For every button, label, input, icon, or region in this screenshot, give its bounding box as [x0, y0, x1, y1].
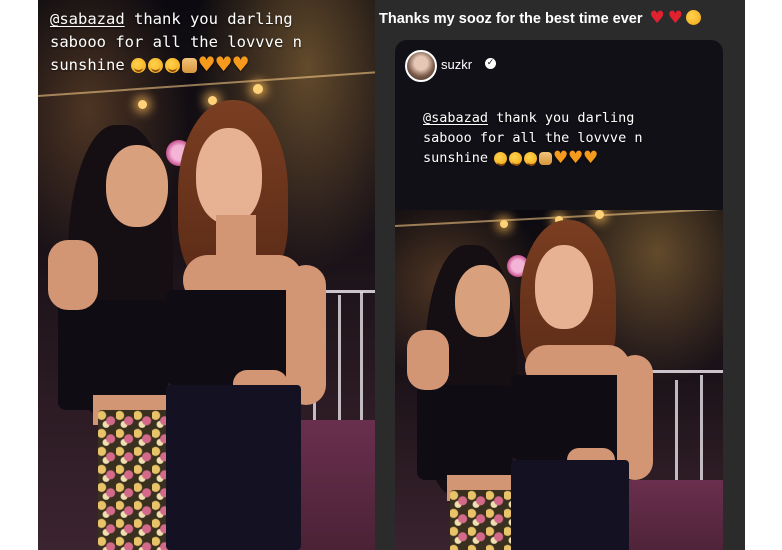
- post-caption: Thanks my sooz for the best time ever ♥ ♥: [379, 8, 702, 28]
- smiling-face-with-hearts-icon: [686, 10, 702, 25]
- avatar[interactable]: [405, 50, 437, 82]
- orange-heart-icon: [583, 148, 598, 168]
- smiling-face-with-hearts-icon: [494, 151, 508, 166]
- left-story-screenshot: @sabazad thank you darling sabooo for all…: [38, 0, 375, 550]
- story-caption: @sabazad thank you darling sabooo for all…: [50, 8, 302, 77]
- smiling-face-with-hearts-icon: [524, 151, 538, 166]
- smiling-face-with-hearts-icon: [509, 151, 523, 166]
- orange-heart-icon: [232, 53, 250, 76]
- orange-heart-icon: [568, 148, 583, 168]
- verified-badge-icon: ✓: [485, 58, 496, 69]
- raising-hands-icon: [539, 151, 553, 165]
- story-photo: [38, 0, 375, 550]
- mention-link[interactable]: @sabazad: [50, 10, 125, 28]
- emoji-row: [130, 53, 250, 76]
- red-heart-icon: ♥: [667, 8, 684, 28]
- raising-hands-icon: [181, 58, 197, 73]
- smiling-face-with-hearts-icon: [147, 58, 163, 73]
- smiling-face-with-hearts-icon: [130, 58, 146, 73]
- orange-heart-icon: [553, 148, 568, 168]
- emoji-row: [494, 148, 598, 168]
- orange-heart-icon: [198, 53, 216, 76]
- shared-story-card[interactable]: suzkr ✓ @sabazad thank you darling saboo…: [395, 40, 723, 550]
- mention-link[interactable]: @sabazad: [423, 110, 488, 126]
- shared-story-caption: @sabazad thank you darling sabooo for all…: [423, 108, 642, 168]
- smiling-face-with-hearts-icon: [164, 58, 180, 73]
- orange-heart-icon: [215, 53, 233, 76]
- story-username[interactable]: suzkr: [441, 57, 472, 72]
- shared-story-photo: [395, 210, 723, 550]
- red-heart-icon: ♥: [649, 8, 665, 28]
- right-post-screenshot: Thanks my sooz for the best time ever ♥ ♥…: [375, 0, 745, 550]
